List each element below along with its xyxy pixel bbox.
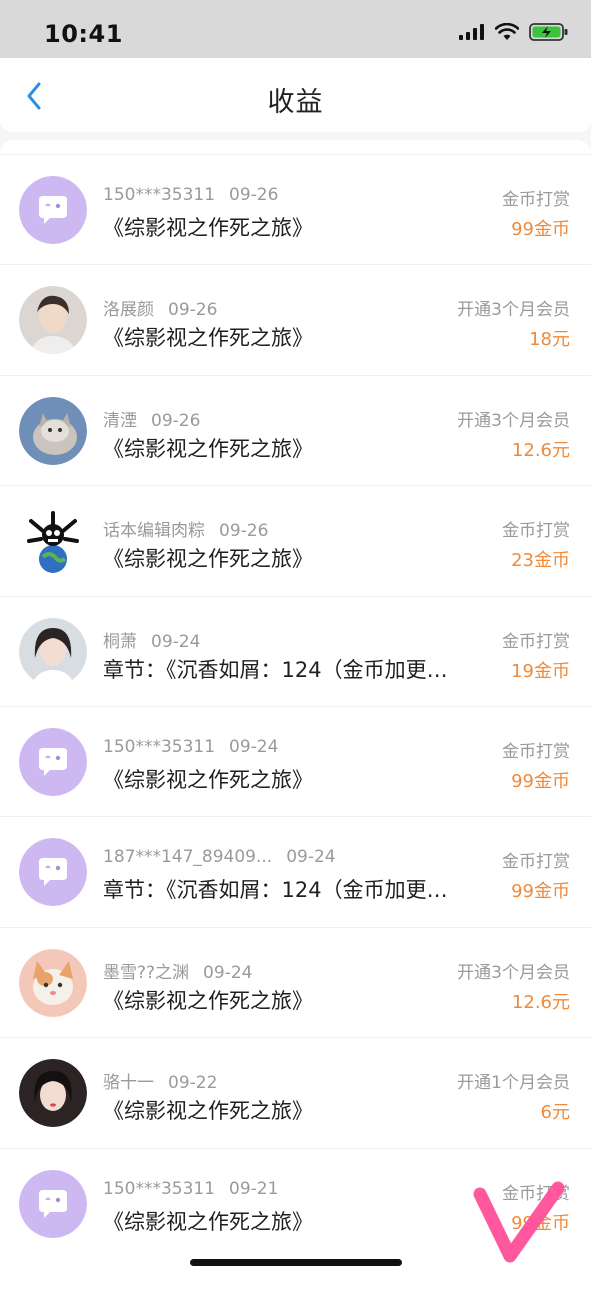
book-title: 《综影视之作死之旅》 [103,547,313,572]
nav-bar: 收益 [0,58,591,132]
user-name: 187***147_89409... [103,847,273,868]
earnings-list-card: 150***35311 09-26 《综影视之作死之旅》 金币打赏 99金币 洛展… [0,140,591,1300]
earning-type: 开通3个月会员 [457,300,570,321]
earning-amount: 99金币 [511,770,570,792]
list-item[interactable]: 墨雪??之渊 09-24 《综影视之作死之旅》 开通3个月会员 12.6元 [0,926,591,1037]
item-meta: 墨雪??之渊 09-24 [103,958,252,983]
home-indicator [190,1259,402,1266]
book-title: 《综影视之作死之旅》 [103,767,313,792]
checkmark-icon [473,1181,565,1263]
item-date: 09-26 [229,185,279,205]
earning-amount: 23金币 [511,550,570,572]
battery-icon [529,23,568,41]
earning-amount: 99金币 [511,219,570,240]
status-time: 10:41 [44,20,123,48]
item-meta: 150***35311 09-21 [103,1179,278,1199]
item-date: 09-21 [229,1178,279,1199]
item-meta: 清湮 09-26 [103,406,200,431]
list-item[interactable]: 187***147_89409... 09-24 章节：《沉香如屑：124（金币加… [0,816,591,926]
item-date: 09-22 [168,1073,218,1094]
earning-amount: 6元 [540,1102,570,1124]
default-chat-avatar [19,176,87,244]
user-name: 墨雪??之渊 [103,962,190,983]
book-title: 《综影视之作死之旅》 [103,1209,313,1234]
list-item[interactable]: 150***35311 09-24 《综影视之作死之旅》 金币打赏 99金币 [0,705,591,816]
item-meta: 150***35311 09-26 [103,185,278,205]
cat-photo-avatar [19,396,87,465]
earning-type: 金币打赏 [502,631,570,652]
user-name: 骆十一 [103,1073,154,1094]
cartoon-avatar [19,507,87,576]
book-title: 章节：《沉香如屑：124（金币加更… [103,657,448,682]
list-item[interactable]: 清湮 09-26 《综影视之作死之旅》 开通3个月会员 12.6元 [0,374,591,485]
user-name: 话本编辑肉粽 [103,521,205,542]
earning-amount: 99金币 [511,881,570,903]
earning-type: 开通3个月会员 [457,410,570,431]
default-chat-avatar [19,1169,87,1238]
item-meta: 150***35311 09-24 [103,737,278,757]
status-bar: 10:41 [0,0,591,58]
item-date: 09-26 [168,300,218,321]
earning-type: 金币打赏 [502,190,570,210]
item-date: 09-26 [219,521,269,542]
earning-type: 金币打赏 [502,852,570,873]
earnings-list: 150***35311 09-26 《综影视之作死之旅》 金币打赏 99金币 洛展… [0,154,591,1258]
earning-type: 金币打赏 [502,741,570,762]
item-date: 09-24 [229,736,279,757]
book-title: 《综影视之作死之旅》 [103,326,313,351]
item-date: 09-24 [151,631,201,652]
user-name: 清湮 [103,410,137,431]
earning-amount: 12.6元 [511,991,570,1013]
item-date: 09-26 [151,410,201,431]
earning-amount: 19金币 [511,660,570,682]
user-photo-avatar [19,1059,87,1128]
book-title: 《综影视之作死之旅》 [103,216,313,240]
user-name: 150***35311 [103,1178,216,1199]
list-item[interactable]: 150***35311 09-26 《综影视之作死之旅》 金币打赏 99金币 [0,154,591,264]
item-meta: 洛展颜 09-26 [103,295,217,320]
item-meta: 桐萧 09-24 [103,627,200,652]
earning-type: 开通3个月会员 [457,962,570,983]
list-item[interactable]: 话本编辑肉粽 09-26 《综影视之作死之旅》 金币打赏 23金币 [0,485,591,595]
book-title: 《综影视之作死之旅》 [103,1099,313,1124]
book-title: 《综影视之作死之旅》 [103,988,313,1013]
wifi-icon [495,23,519,40]
earning-type: 开通1个月会员 [457,1073,570,1094]
user-name: 洛展颜 [103,300,154,321]
user-name: 桐萧 [103,631,137,652]
item-date: 09-24 [203,962,253,983]
list-item[interactable]: 洛展颜 09-26 《综影视之作死之旅》 开通3个月会员 18元 [0,264,591,374]
user-photo-avatar [19,617,87,686]
list-item[interactable]: 桐萧 09-24 章节：《沉香如屑：124（金币加更… 金币打赏 19金币 [0,595,591,706]
item-meta: 骆十一 09-22 [103,1068,217,1093]
book-title: 《综影视之作死之旅》 [103,436,313,461]
earning-type: 金币打赏 [502,521,570,542]
user-name: 150***35311 [103,185,216,205]
signal-icon [459,24,484,40]
default-chat-avatar [19,838,87,907]
cat-photo-avatar [19,948,87,1017]
page-title: 收益 [267,87,324,118]
default-chat-avatar [19,727,87,796]
status-icons [459,22,569,42]
item-meta: 话本编辑肉粽 09-26 [103,516,268,541]
item-date: 09-24 [286,847,336,868]
earning-amount: 12.6元 [511,439,570,461]
item-meta: 187***147_89409... 09-24 [103,847,336,867]
earning-amount: 18元 [529,329,570,351]
user-photo-avatar [19,286,87,355]
book-title: 章节：《沉香如屑：124（金币加更… [103,878,448,903]
user-name: 150***35311 [103,736,216,757]
list-item[interactable]: 骆十一 09-22 《综影视之作死之旅》 开通1个月会员 6元 [0,1037,591,1147]
